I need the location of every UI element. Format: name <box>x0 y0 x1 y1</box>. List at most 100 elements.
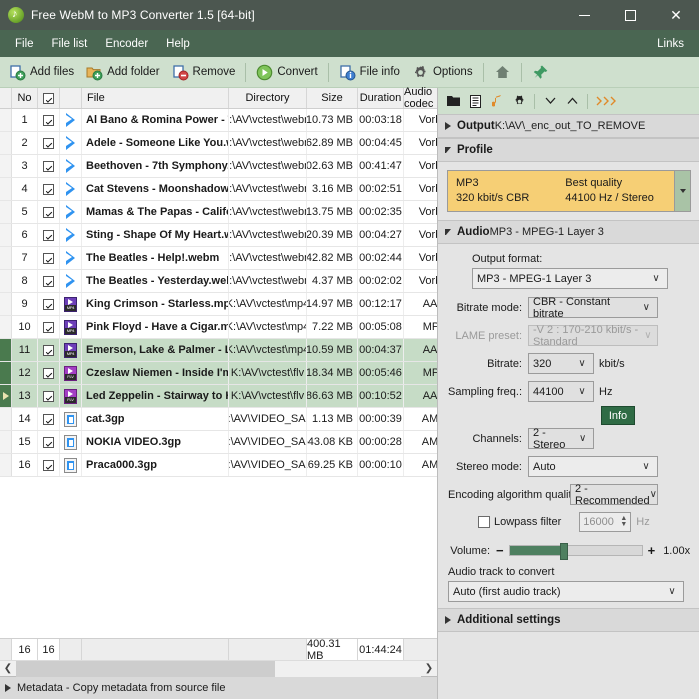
row-checkbox[interactable] <box>38 408 60 430</box>
row-checkbox[interactable] <box>38 339 60 361</box>
folder-icon[interactable] <box>442 90 464 112</box>
chevron-left-icon[interactable]: ❮ <box>0 663 16 674</box>
table-row[interactable]: 9MP4King Crimson - Starless.mp4K:\AV\vct… <box>0 293 437 316</box>
table-row[interactable]: 6Sting - Shape Of My Heart.webmK:\AV\vct… <box>0 224 437 247</box>
row-audio-codec: Vorbis <box>404 155 437 177</box>
encoding-quality-select[interactable]: 2 - Recommended ∨ <box>570 484 658 505</box>
row-checkbox[interactable] <box>38 247 60 269</box>
row-checkbox[interactable] <box>38 155 60 177</box>
volume-slider-knob[interactable] <box>560 543 568 560</box>
row-checkbox[interactable] <box>38 362 60 384</box>
row-checkbox[interactable] <box>38 224 60 246</box>
menu-item-file-list[interactable]: File list <box>43 34 97 54</box>
chevron-right-icon[interactable]: ❯ <box>421 663 437 674</box>
output-section-header[interactable]: Output K:\AV\_enc_out_TO_REMOVE <box>438 114 699 138</box>
table-row[interactable]: 13FLVLed Zeppelin - Stairway to Heaven.f… <box>0 385 437 408</box>
table-row[interactable]: 11MP4Emerson, Lake & Palmer - Lucky Man.… <box>0 339 437 362</box>
table-row[interactable]: 15NOKIA VIDEO.3gpK:\AV\VIDEO_SA...543.08… <box>0 431 437 454</box>
volume-decrease-button[interactable]: − <box>496 543 504 558</box>
row-checkbox[interactable] <box>38 293 60 315</box>
convert-button[interactable]: Convert <box>250 62 323 83</box>
table-row[interactable]: 10MP4Pink Floyd - Have a Cigar.mp4K:\AV\… <box>0 316 437 339</box>
output-format-select[interactable]: MP3 - MPEG-1 Layer 3 ∨ <box>472 268 668 289</box>
profile-summary[interactable]: MP3 Best quality 320 kbit/s CBR 44100 Hz… <box>448 171 674 211</box>
file-info-button[interactable]: File info <box>333 62 406 83</box>
more-arrows-icon[interactable] <box>592 90 622 112</box>
volume-slider[interactable] <box>509 545 643 556</box>
row-checkbox[interactable] <box>38 178 60 200</box>
table-row[interactable]: 4Cat Stevens - Moonshadow.webmK:\AV\vcte… <box>0 178 437 201</box>
table-row[interactable]: 14cat.3gpK:\AV\VIDEO_SA...1.13 MB00:00:3… <box>0 408 437 431</box>
3gp-file-icon <box>64 412 77 427</box>
volume-increase-button[interactable]: + <box>648 543 656 558</box>
pin-button[interactable] <box>526 62 555 83</box>
column-header-directory[interactable]: Directory <box>229 88 307 108</box>
row-duration: 00:12:17 <box>358 293 404 315</box>
info-button[interactable]: Info <box>601 406 635 425</box>
sampling-freq-select[interactable]: 44100 ∨ <box>528 381 594 402</box>
bitrate-select[interactable]: 320 ∨ <box>528 353 594 374</box>
list-icon[interactable] <box>464 90 486 112</box>
row-checkbox[interactable] <box>38 270 60 292</box>
menu-item-file[interactable]: File <box>6 34 43 54</box>
table-row[interactable]: 12FLVCzeslaw Niemen - Inside I'm Dying.f… <box>0 362 437 385</box>
audio-section-header[interactable]: Audio MP3 - MPEG-1 Layer 3 <box>438 220 699 244</box>
row-checkbox[interactable] <box>38 109 60 131</box>
row-checkbox[interactable] <box>38 201 60 223</box>
column-header-duration[interactable]: Duration <box>358 88 404 108</box>
close-button[interactable]: ✕ <box>653 0 699 30</box>
table-row[interactable]: 8The Beatles - Yesterday.webmK:\AV\vctes… <box>0 270 437 293</box>
additional-settings-header[interactable]: Additional settings <box>438 608 699 632</box>
file-list-rows[interactable]: 1Al Bano & Romina Power - Tu, soltanto .… <box>0 109 437 638</box>
output-format-group: Output format: MP3 - MPEG-1 Layer 3 ∨ <box>448 253 690 289</box>
add-files-button[interactable]: Add files <box>3 62 80 83</box>
lowpass-filter-checkbox[interactable]: Lowpass filter <box>478 516 561 528</box>
table-row[interactable]: 5Mamas & The Papas - California Dreami..… <box>0 201 437 224</box>
row-checkbox[interactable] <box>38 454 60 476</box>
horizontal-scrollbar[interactable]: ❮ ❯ <box>0 660 437 676</box>
row-file-type-icon: MP4 <box>60 293 82 315</box>
column-header-size[interactable]: Size <box>307 88 358 108</box>
home-button[interactable] <box>488 62 517 83</box>
table-row[interactable]: 16Praca000.3gpK:\AV\VIDEO_SA...169.25 KB… <box>0 454 437 477</box>
table-row[interactable]: 1Al Bano & Romina Power - Tu, soltanto .… <box>0 109 437 132</box>
options-button[interactable]: Options <box>406 62 479 83</box>
column-header-no[interactable]: No <box>12 88 38 108</box>
remove-button[interactable]: Remove <box>166 62 242 83</box>
select-all-checkbox[interactable] <box>38 88 60 108</box>
add-folder-button[interactable]: Add folder <box>80 62 165 83</box>
table-row[interactable]: 7The Beatles - Help!.webmK:\AV\vctest\we… <box>0 247 437 270</box>
menu-item-help[interactable]: Help <box>157 34 199 54</box>
music-note-icon[interactable] <box>486 90 508 112</box>
row-size: 7.22 MB <box>307 316 358 338</box>
scrollbar-track[interactable] <box>16 661 421 677</box>
row-checkbox[interactable] <box>38 431 60 453</box>
sampling-freq-row: Sampling freq.: 44100 ∨ Hz <box>448 381 690 402</box>
row-checkbox[interactable] <box>38 132 60 154</box>
profile-dropdown-button[interactable] <box>674 171 690 211</box>
minimize-button[interactable] <box>561 0 607 30</box>
audio-track-select[interactable]: Auto (first audio track) ∨ <box>448 581 684 602</box>
menu-item-encoder[interactable]: Encoder <box>96 34 157 54</box>
scrollbar-thumb[interactable] <box>16 661 275 677</box>
row-gutter <box>0 362 12 384</box>
menu-item-links[interactable]: Links <box>648 34 693 54</box>
metadata-bar[interactable]: Metadata - Copy metadata from source fil… <box>0 676 437 699</box>
close-icon: ✕ <box>670 8 682 22</box>
row-size: 20.39 MB <box>307 224 358 246</box>
table-row[interactable]: 3Beethoven - 7th Symphony.webmK:\AV\vcte… <box>0 155 437 178</box>
stereo-mode-select[interactable]: Auto ∨ <box>528 456 658 477</box>
row-checkbox[interactable] <box>38 316 60 338</box>
chevron-up-icon[interactable] <box>561 90 583 112</box>
gear-icon[interactable] <box>508 90 530 112</box>
row-checkbox[interactable] <box>38 385 60 407</box>
table-row[interactable]: 2Adele - Someone Like You.webmK:\AV\vcte… <box>0 132 437 155</box>
profile-section-header[interactable]: Profile <box>438 138 699 162</box>
bitrate-mode-select[interactable]: CBR - Constant bitrate ∨ <box>528 297 658 318</box>
column-header-file[interactable]: File <box>82 88 229 108</box>
lowpass-frequency-stepper[interactable]: 16000 ▲▼ <box>579 512 631 532</box>
profile-selector[interactable]: MP3 Best quality 320 kbit/s CBR 44100 Hz… <box>447 170 691 212</box>
channels-select[interactable]: 2 - Stereo ∨ <box>528 428 594 449</box>
maximize-button[interactable] <box>607 0 653 30</box>
chevron-down-icon[interactable] <box>539 90 561 112</box>
